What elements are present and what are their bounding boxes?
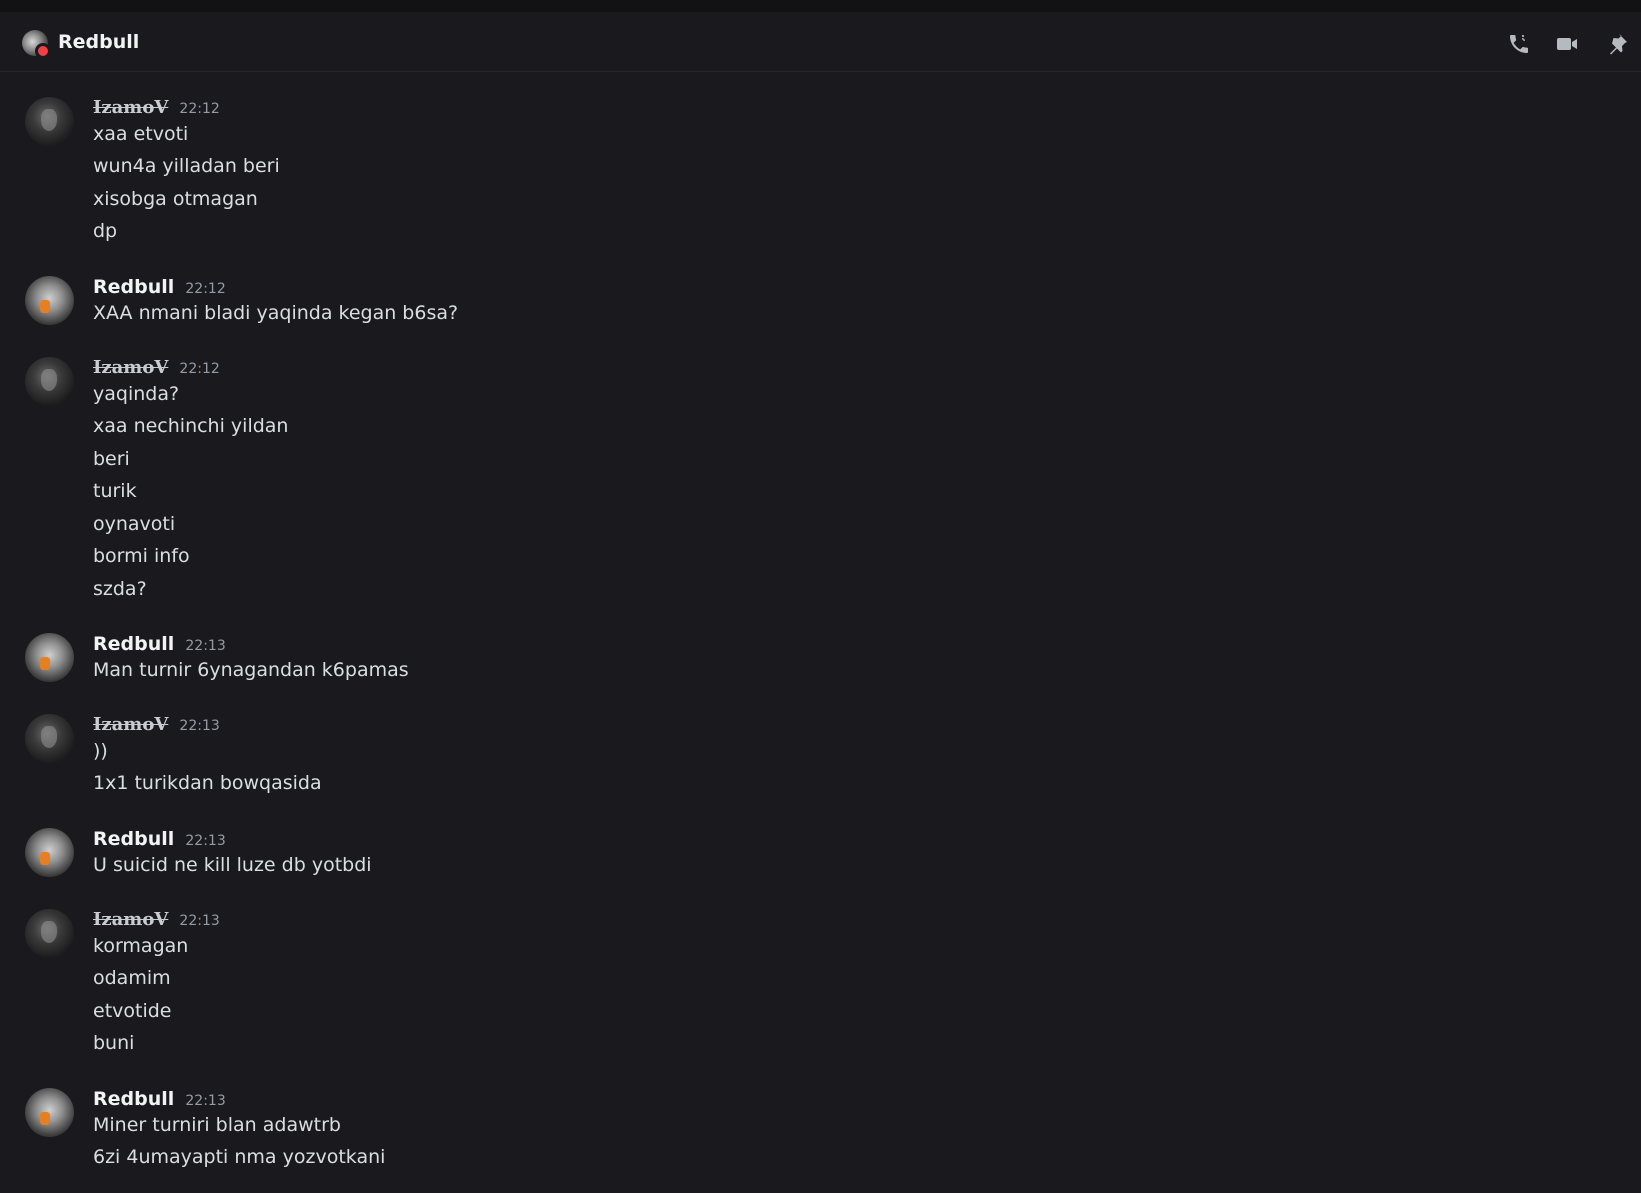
username[interactable]: Redbull [93,633,174,655]
timestamp: 22:13 [185,1093,226,1109]
page-title[interactable]: Redbull [58,31,139,53]
message-line: szda? [93,578,147,600]
dm-header: Redbull [0,12,1641,72]
message-line: turik [93,480,137,502]
message-line: etvotide [93,1000,172,1022]
avatar[interactable] [25,828,74,877]
message-line: buni [93,1032,135,1054]
message-line: xaa nechinchi yildan [93,415,289,437]
avatar[interactable] [25,1088,74,1137]
avatar[interactable] [25,633,74,682]
message-line: 6zi 4umayapti nma yozvotkani [93,1146,386,1168]
username[interactable]: IzamoV [93,909,168,930]
message-line: wun4a yilladan beri [93,155,280,177]
avatar[interactable] [25,714,74,763]
message-line: beri [93,448,130,470]
status-indicator [35,43,51,59]
message-line: Man turnir 6ynagandan k6pamas [93,659,409,681]
message-line: U suicid ne kill luze db yotbdi [93,854,372,876]
avatar[interactable] [25,909,74,958]
timestamp: 22:13 [179,718,220,734]
avatar[interactable] [25,276,74,325]
username[interactable]: IzamoV [93,97,168,118]
message-line: xaa etvoti [93,123,189,145]
timestamp: 22:12 [179,361,220,377]
timestamp: 22:13 [185,833,226,849]
message-line: odamim [93,967,171,989]
message-list: IzamoV 22:12 xaa etvoti wun4a yilladan b… [0,73,1641,1193]
message-line: kormagan [93,935,189,957]
message-line: 1x1 turikdan bowqasida [93,772,322,794]
message-line: xisobga otmagan [93,188,258,210]
window-top-strip [0,0,1641,12]
message-line: )) [93,740,108,762]
timestamp: 22:13 [185,638,226,654]
phone-call-icon[interactable] [1506,32,1532,56]
timestamp: 22:12 [185,281,226,297]
timestamp: 22:13 [179,913,220,929]
username[interactable]: Redbull [93,1088,174,1110]
avatar[interactable] [22,30,51,59]
avatar[interactable] [25,97,74,146]
username[interactable]: Redbull [93,828,174,850]
timestamp: 22:12 [179,101,220,117]
message-line: Miner turniri blan adawtrb [93,1114,341,1136]
username[interactable]: IzamoV [93,714,168,735]
video-call-icon[interactable] [1554,32,1580,56]
message-line: dp [93,220,118,242]
message-line: XAA nmani bladi yaqinda kegan b6sa? [93,302,459,324]
avatar[interactable] [25,357,74,406]
username[interactable]: Redbull [93,276,174,298]
message-line: oynavoti [93,513,176,535]
pin-icon[interactable] [1604,32,1630,56]
username[interactable]: IzamoV [93,357,168,378]
message-line: bormi info [93,545,190,567]
message-line: yaqinda? [93,383,180,405]
